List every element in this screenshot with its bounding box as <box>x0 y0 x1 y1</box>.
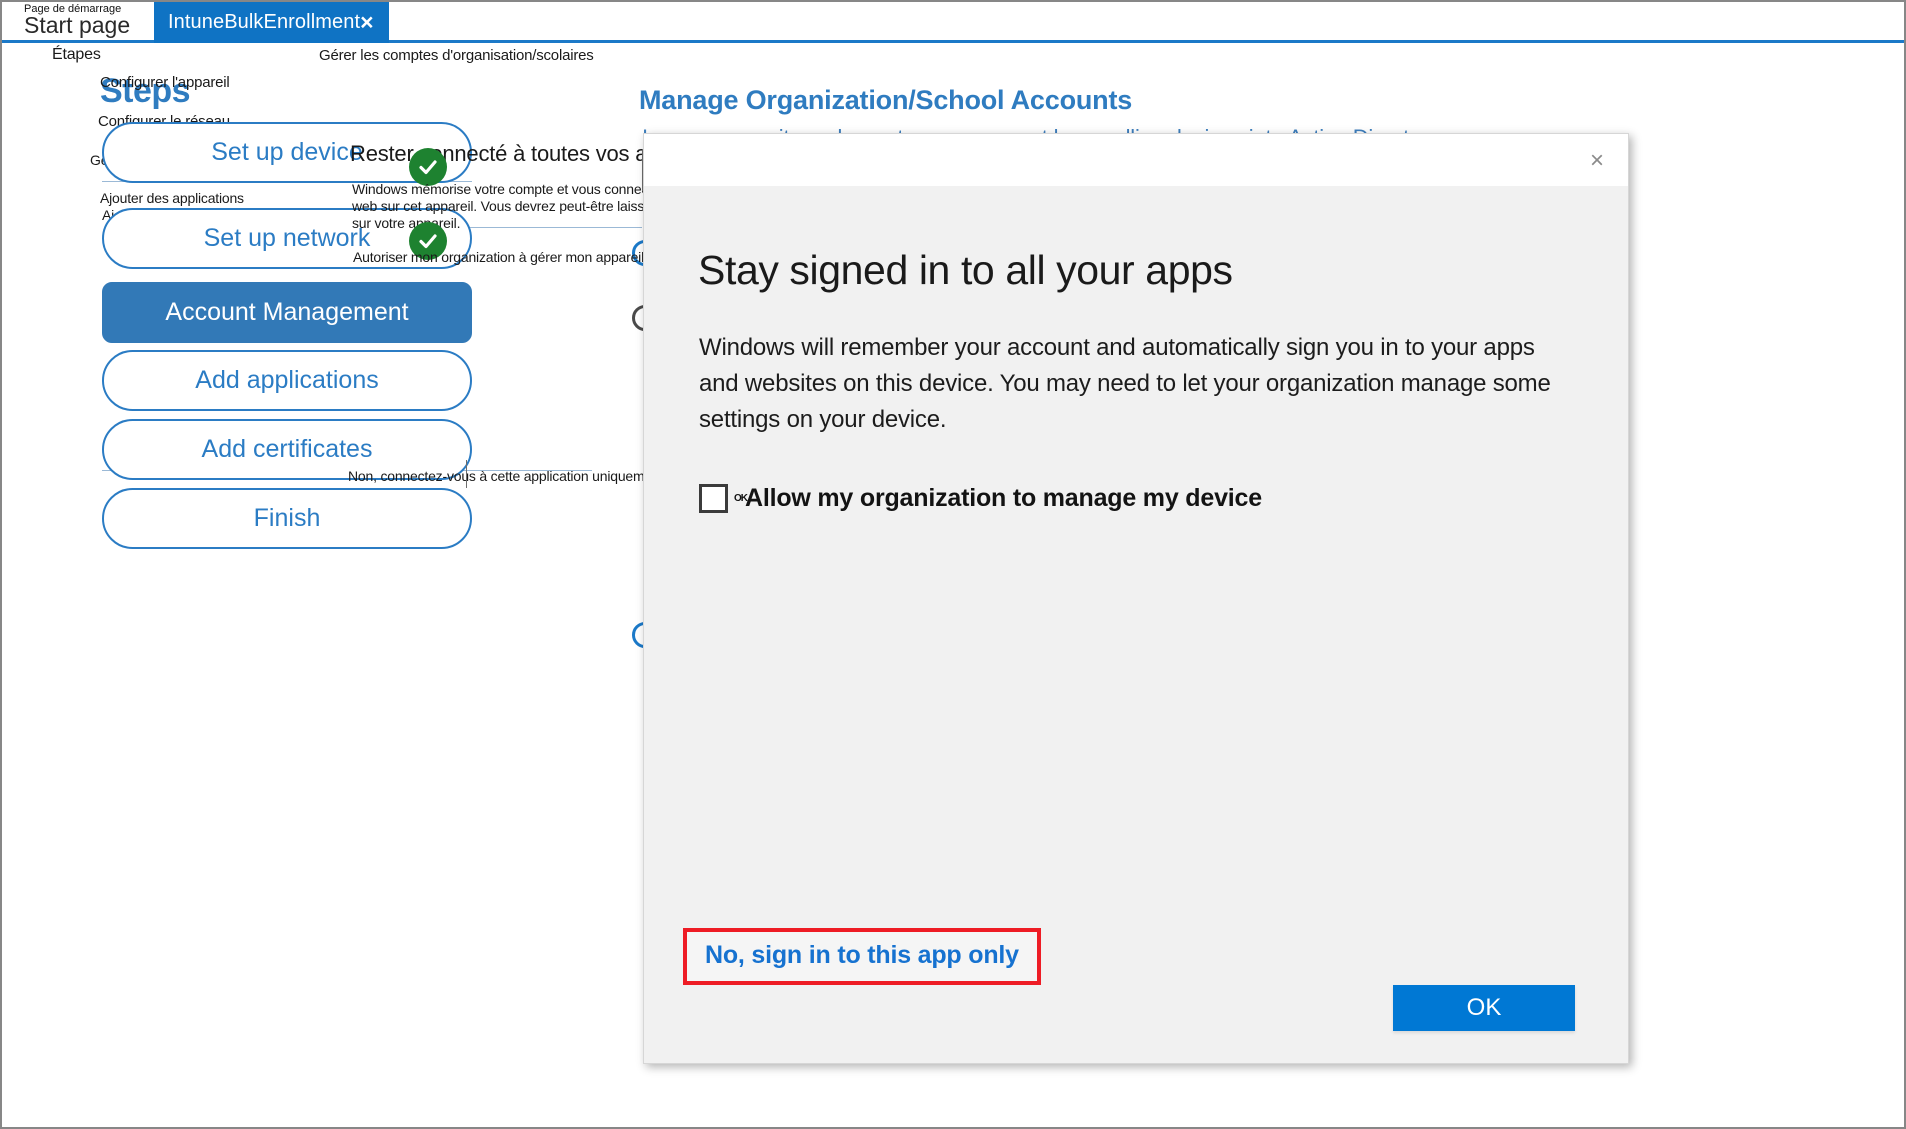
leader-line-2 <box>466 460 467 488</box>
dialog-close-icon[interactable]: × <box>1580 144 1614 178</box>
annotation-checkbox-label: Autoriser mon organization à gérer mon a… <box>353 249 644 265</box>
ok-button[interactable]: OK <box>1393 985 1575 1031</box>
step-button-finish-label: Finish <box>254 504 321 533</box>
tab-start-page-superscript: Page de démarrage <box>24 3 121 15</box>
tab-start-page-label: Start page <box>24 12 130 39</box>
tab-intune-bulk-enrollment-label: IntuneBulkEnrollment <box>168 11 360 34</box>
sign-in-app-only-highlight[interactable]: No, sign in to this app only <box>683 928 1041 985</box>
annotation-steps-header: Étapes <box>52 46 101 64</box>
annotation-step-1: Configurer l'appareil <box>100 74 230 91</box>
dialog-header: × <box>644 134 1628 186</box>
ok-button-label: OK <box>1467 994 1502 1022</box>
step-button-set-up-network-label: Set up network <box>204 224 371 253</box>
step-button-add-certificates-label: Add certificates <box>202 435 373 464</box>
allow-organization-checkbox-row[interactable]: OK Allow my organization to manage my de… <box>699 484 1262 513</box>
dialog-body-text: Windows will remember your account and a… <box>699 330 1579 438</box>
step-button-add-applications[interactable]: Add applications <box>102 350 472 411</box>
allow-organization-checkbox[interactable] <box>699 484 728 513</box>
tab-intune-bulk-enrollment[interactable]: IntuneBulkEnrollment × <box>154 2 389 43</box>
step-button-add-applications-label: Add applications <box>195 366 378 395</box>
tab-strip: Page de démarrage Start page IntuneBulkE… <box>2 2 1904 43</box>
step-button-set-up-device-label: Set up device <box>211 138 363 167</box>
step-button-account-management-label: Account Management <box>165 298 408 327</box>
allow-organization-checkbox-label: Allow my organization to manage my devic… <box>745 484 1262 513</box>
background-panel-title: Manage Organization/School Accounts <box>639 85 1132 116</box>
stay-signed-in-dialog: × Stay signed in to all your apps Window… <box>643 133 1629 1064</box>
step-button-finish[interactable]: Finish <box>102 488 472 549</box>
annotation-step-4: Ajouter des applications <box>100 190 244 206</box>
close-icon[interactable]: × <box>360 11 373 34</box>
annotation-dialog-body-line3: sur votre appareil. <box>352 215 460 231</box>
step-button-account-management[interactable]: Account Management <box>102 282 472 343</box>
tab-start-page[interactable]: Page de démarrage Start page <box>10 2 152 43</box>
app-window: Page de démarrage Start page IntuneBulkE… <box>0 0 1906 1129</box>
sign-in-app-only-link[interactable]: No, sign in to this app only <box>705 941 1019 969</box>
dialog-title: Stay signed in to all your apps <box>698 247 1233 294</box>
annotation-panel-header: Gérer les comptes d'organisation/scolair… <box>319 47 594 64</box>
annotation-app-only-link: Non, connectez-vous à cette application … <box>348 468 663 484</box>
